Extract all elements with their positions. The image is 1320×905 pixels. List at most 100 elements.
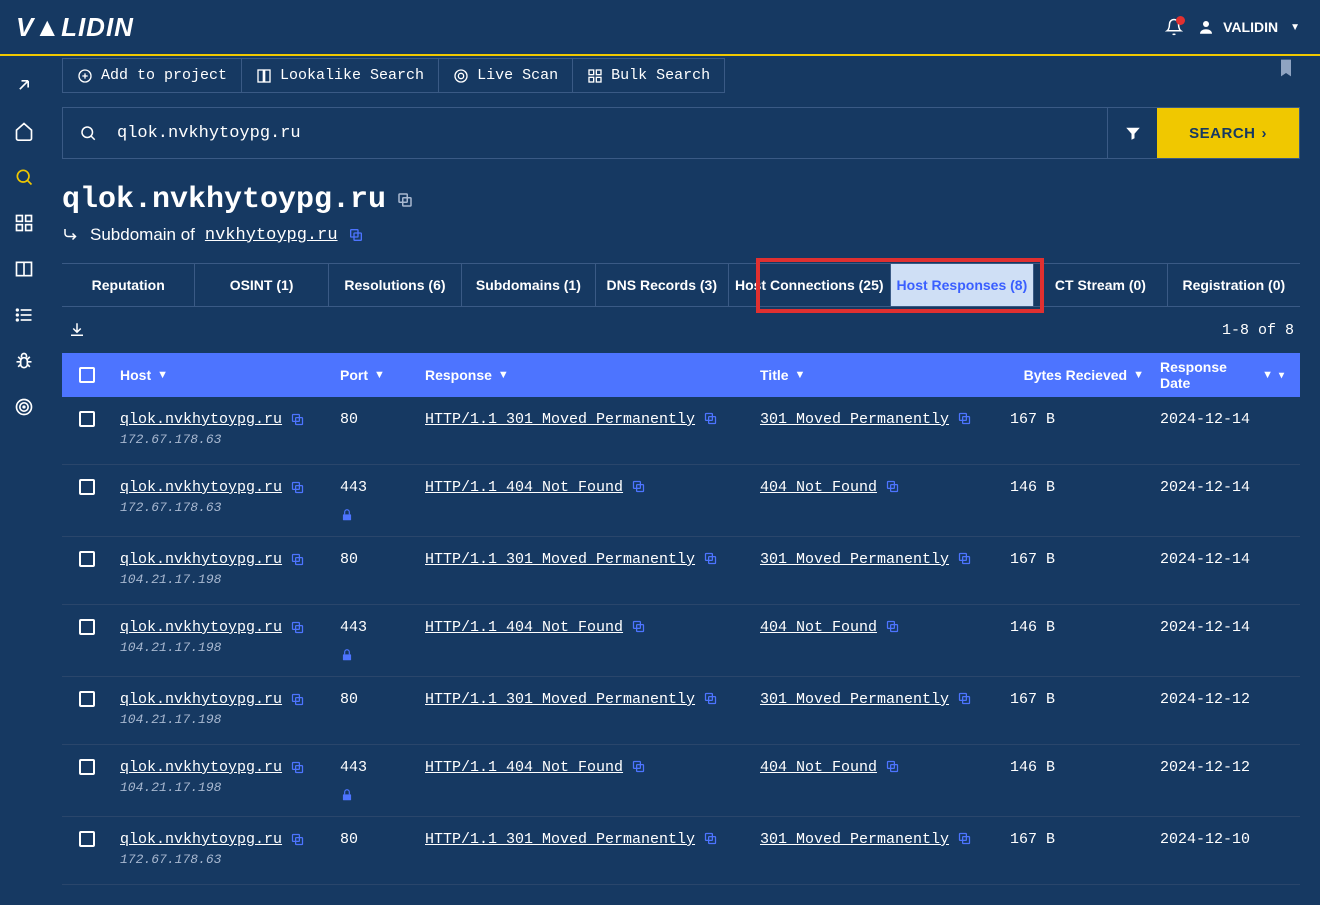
bulk-search-button[interactable]: Bulk Search bbox=[573, 59, 724, 92]
bookmark-button[interactable] bbox=[1276, 56, 1296, 80]
parent-domain-link[interactable]: nvkhytoypg.ru bbox=[205, 226, 338, 245]
host-link[interactable]: qlok.nvkhytoypg.ru bbox=[120, 479, 305, 496]
live-scan-button[interactable]: Live Scan bbox=[439, 59, 573, 92]
tab-subdomains[interactable]: Subdomains (1) bbox=[462, 264, 595, 306]
column-response[interactable]: Response▼ bbox=[417, 367, 752, 383]
search-button[interactable]: SEARCH › bbox=[1157, 108, 1299, 158]
row-checkbox[interactable] bbox=[79, 619, 95, 635]
row-checkbox[interactable] bbox=[79, 551, 95, 567]
copy-icon[interactable] bbox=[631, 479, 646, 494]
select-all-checkbox[interactable] bbox=[79, 367, 95, 383]
title-link[interactable]: 301 Moved Permanently bbox=[760, 411, 949, 428]
tab-host-connections[interactable]: Host Connections (25) bbox=[729, 264, 891, 306]
bulk-search-label: Bulk Search bbox=[611, 67, 710, 84]
table-controls: 1-8 of 8 bbox=[62, 307, 1300, 353]
host-link[interactable]: qlok.nvkhytoypg.ru bbox=[120, 411, 305, 428]
copy-icon[interactable] bbox=[957, 831, 972, 846]
row-checkbox[interactable] bbox=[79, 479, 95, 495]
tab-host-responses[interactable]: Host Responses (8) bbox=[891, 264, 1035, 306]
title-link[interactable]: 301 Moved Permanently bbox=[760, 691, 949, 708]
add-to-project-button[interactable]: Add to project bbox=[63, 59, 242, 92]
port-value: 80 bbox=[340, 551, 358, 568]
title-link[interactable]: 301 Moved Permanently bbox=[760, 551, 949, 568]
response-link[interactable]: HTTP/1.1 404 Not Found bbox=[425, 619, 623, 636]
copy-icon[interactable] bbox=[885, 619, 900, 634]
sidebar-bug[interactable] bbox=[13, 350, 35, 372]
sidebar-grid[interactable] bbox=[13, 212, 35, 234]
tab-reputation[interactable]: Reputation bbox=[62, 264, 195, 306]
copy-icon[interactable] bbox=[290, 412, 305, 427]
copy-icon[interactable] bbox=[290, 760, 305, 775]
sidebar-home[interactable] bbox=[13, 120, 35, 142]
column-title[interactable]: Title▼ bbox=[752, 367, 1002, 383]
sidebar bbox=[0, 56, 48, 905]
response-link[interactable]: HTTP/1.1 404 Not Found bbox=[425, 759, 623, 776]
copy-icon[interactable] bbox=[290, 552, 305, 567]
row-checkbox[interactable] bbox=[79, 411, 95, 427]
bytes-value: 146 B bbox=[1010, 479, 1055, 496]
copy-icon[interactable] bbox=[290, 480, 305, 495]
sidebar-search[interactable] bbox=[13, 166, 35, 188]
host-link[interactable]: qlok.nvkhytoypg.ru bbox=[120, 831, 305, 848]
copy-icon[interactable] bbox=[703, 831, 718, 846]
port-value: 443 bbox=[340, 479, 367, 496]
copy-parent-button[interactable] bbox=[348, 227, 364, 243]
response-link[interactable]: HTTP/1.1 404 Not Found bbox=[425, 479, 623, 496]
sidebar-target[interactable] bbox=[13, 396, 35, 418]
copy-icon[interactable] bbox=[290, 692, 305, 707]
search-filter-button[interactable] bbox=[1107, 108, 1157, 158]
copy-host-button[interactable] bbox=[396, 191, 414, 209]
copy-icon[interactable] bbox=[957, 691, 972, 706]
copy-icon[interactable] bbox=[631, 619, 646, 634]
table-row: qlok.nvkhytoypg.ru 104.21.17.198 80 HTTP… bbox=[62, 677, 1300, 745]
title-link[interactable]: 404 Not Found bbox=[760, 619, 877, 636]
target-icon bbox=[453, 68, 469, 84]
copy-icon[interactable] bbox=[957, 551, 972, 566]
column-port[interactable]: Port▼ bbox=[332, 367, 417, 383]
copy-icon[interactable] bbox=[885, 759, 900, 774]
tab-resolutions[interactable]: Resolutions (6) bbox=[329, 264, 462, 306]
copy-icon[interactable] bbox=[885, 479, 900, 494]
sidebar-expand[interactable] bbox=[13, 74, 35, 96]
tab-ct-stream[interactable]: CT Stream (0) bbox=[1034, 264, 1167, 306]
search-input[interactable] bbox=[117, 124, 1091, 143]
filter-icon: ▼ bbox=[1133, 369, 1144, 381]
row-checkbox[interactable] bbox=[79, 831, 95, 847]
host-link[interactable]: qlok.nvkhytoypg.ru bbox=[120, 759, 305, 776]
notifications-button[interactable] bbox=[1165, 18, 1183, 36]
host-link[interactable]: qlok.nvkhytoypg.ru bbox=[120, 551, 305, 568]
row-checkbox[interactable] bbox=[79, 691, 95, 707]
host-link[interactable]: qlok.nvkhytoypg.ru bbox=[120, 619, 305, 636]
row-checkbox[interactable] bbox=[79, 759, 95, 775]
column-date[interactable]: Response Date▼▾ bbox=[1152, 359, 1300, 391]
user-menu[interactable]: VALIDIN ▼ bbox=[1197, 18, 1300, 36]
chevron-right-icon: › bbox=[1262, 125, 1268, 142]
notification-dot-icon bbox=[1176, 16, 1185, 25]
copy-icon[interactable] bbox=[290, 832, 305, 847]
copy-icon[interactable] bbox=[703, 411, 718, 426]
copy-icon[interactable] bbox=[631, 759, 646, 774]
column-host[interactable]: Host▼ bbox=[112, 367, 332, 383]
lookalike-search-button[interactable]: Lookalike Search bbox=[242, 59, 439, 92]
column-bytes[interactable]: Bytes Recieved▼ bbox=[1002, 367, 1152, 383]
title-link[interactable]: 301 Moved Permanently bbox=[760, 831, 949, 848]
tab-osint[interactable]: OSINT (1) bbox=[195, 264, 328, 306]
copy-icon[interactable] bbox=[957, 411, 972, 426]
title-link[interactable]: 404 Not Found bbox=[760, 759, 877, 776]
tab-dns-records[interactable]: DNS Records (3) bbox=[596, 264, 729, 306]
response-link[interactable]: HTTP/1.1 301 Moved Permanently bbox=[425, 551, 695, 568]
copy-icon[interactable] bbox=[703, 691, 718, 706]
title-link[interactable]: 404 Not Found bbox=[760, 479, 877, 496]
copy-icon[interactable] bbox=[290, 620, 305, 635]
sidebar-list[interactable] bbox=[13, 304, 35, 326]
download-button[interactable] bbox=[68, 321, 86, 339]
plus-circle-icon bbox=[77, 68, 93, 84]
port-value: 80 bbox=[340, 831, 358, 848]
response-link[interactable]: HTTP/1.1 301 Moved Permanently bbox=[425, 411, 695, 428]
copy-icon[interactable] bbox=[703, 551, 718, 566]
sidebar-panel[interactable] bbox=[13, 258, 35, 280]
host-link[interactable]: qlok.nvkhytoypg.ru bbox=[120, 691, 305, 708]
response-link[interactable]: HTTP/1.1 301 Moved Permanently bbox=[425, 831, 695, 848]
tab-registration[interactable]: Registration (0) bbox=[1168, 264, 1300, 306]
response-link[interactable]: HTTP/1.1 301 Moved Permanently bbox=[425, 691, 695, 708]
